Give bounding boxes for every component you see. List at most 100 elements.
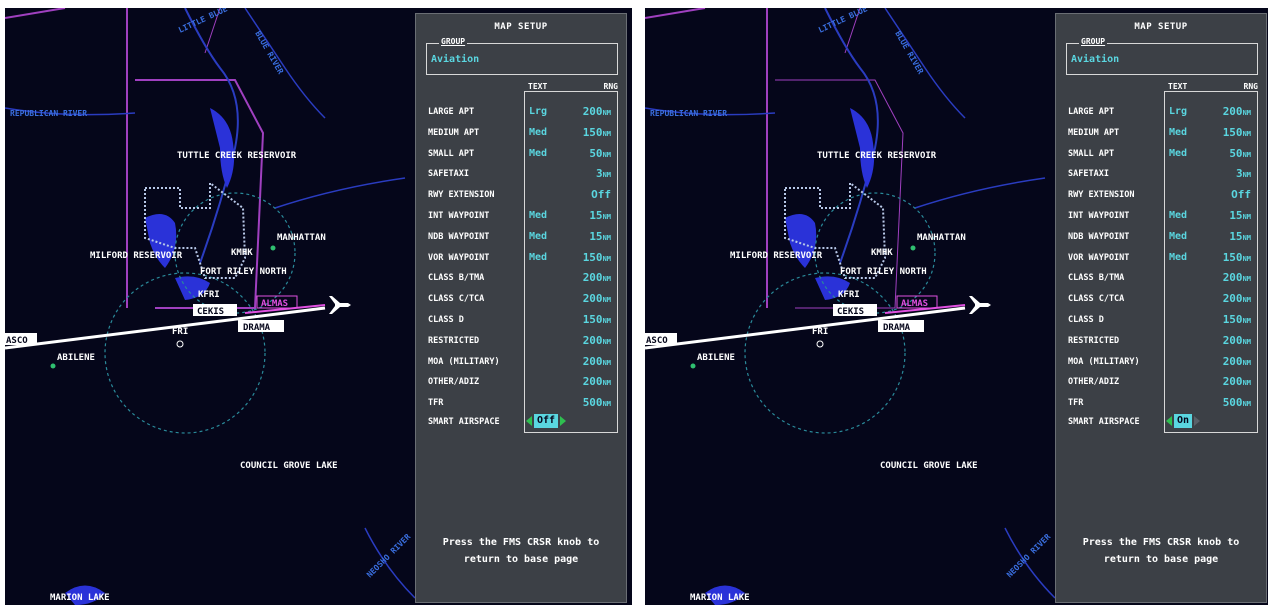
setting-row[interactable]: VOR WAYPOINT Med 150NM bbox=[1056, 249, 1266, 269]
setting-range-value: 200 bbox=[1222, 292, 1243, 306]
setting-range[interactable]: 200NM bbox=[583, 271, 611, 284]
setting-row[interactable]: MOA (MILITARY) 200NM bbox=[1056, 353, 1266, 373]
smart-airspace-selector[interactable]: Off bbox=[526, 413, 567, 428]
setting-range[interactable]: 15NM bbox=[1229, 230, 1251, 243]
setting-row[interactable]: NDB WAYPOINT Med 15NM bbox=[416, 228, 626, 248]
setting-range[interactable]: 500NM bbox=[1223, 396, 1251, 409]
setting-row[interactable]: LARGE APT Lrg 200NM bbox=[416, 103, 626, 123]
setting-row[interactable]: SAFETAXI 3NM bbox=[1056, 165, 1266, 185]
setting-range[interactable]: 200NM bbox=[583, 334, 611, 347]
setting-row[interactable]: CLASS B/TMA 200NM bbox=[1056, 269, 1266, 289]
setting-text-size[interactable]: Med bbox=[529, 127, 547, 138]
setting-range[interactable]: 150NM bbox=[583, 126, 611, 139]
setting-range[interactable]: Off bbox=[591, 188, 611, 201]
setting-row[interactable]: LARGE APT Lrg 200NM bbox=[1056, 103, 1266, 123]
setting-range-unit: NM bbox=[1242, 400, 1251, 409]
setting-range[interactable]: 200NM bbox=[583, 375, 611, 388]
col-header-text: TEXT bbox=[1168, 82, 1188, 91]
setting-range[interactable]: 3NM bbox=[1236, 167, 1251, 180]
smart-airspace-value[interactable]: Off bbox=[534, 413, 559, 428]
setting-range-unit: NM bbox=[602, 275, 611, 284]
setting-row[interactable]: NDB WAYPOINT Med 15NM bbox=[1056, 228, 1266, 248]
setting-row[interactable]: MOA (MILITARY) 200NM bbox=[416, 353, 626, 373]
setting-row[interactable]: MEDIUM APT Med 150NM bbox=[416, 124, 626, 144]
arrow-left-icon[interactable] bbox=[1166, 415, 1172, 426]
setting-range[interactable]: 15NM bbox=[589, 209, 611, 222]
setting-row[interactable]: INT WAYPOINT Med 15NM bbox=[1056, 207, 1266, 227]
setting-row[interactable]: CLASS D 150NM bbox=[1056, 311, 1266, 331]
group-selector[interactable]: GROUP Aviation bbox=[1066, 37, 1258, 75]
setting-range[interactable]: 150NM bbox=[1223, 126, 1251, 139]
setting-range[interactable]: 150NM bbox=[583, 313, 611, 326]
setting-range-value: 200 bbox=[582, 375, 603, 389]
setting-range[interactable]: 200NM bbox=[583, 355, 611, 368]
setting-text-size[interactable]: Med bbox=[1169, 210, 1187, 221]
map-label-abilene: ABILENE bbox=[57, 353, 95, 363]
group-value[interactable]: Aviation bbox=[1071, 54, 1119, 65]
setting-text-size[interactable]: Med bbox=[529, 231, 547, 242]
setting-row[interactable]: VOR WAYPOINT Med 150NM bbox=[416, 249, 626, 269]
setting-range[interactable]: 3NM bbox=[596, 167, 611, 180]
setting-range[interactable]: 200NM bbox=[1223, 292, 1251, 305]
map-label-cekis: CEKIS bbox=[197, 307, 224, 317]
setting-range[interactable]: 200NM bbox=[1223, 105, 1251, 118]
group-selector[interactable]: GROUP Aviation bbox=[426, 37, 618, 75]
setting-text-size[interactable]: Med bbox=[529, 252, 547, 263]
setting-row[interactable]: SMALL APT Med 50NM bbox=[416, 145, 626, 165]
setting-range-value: 3 bbox=[1235, 167, 1243, 181]
group-value[interactable]: Aviation bbox=[431, 54, 479, 65]
setting-range-value: 15 bbox=[589, 209, 603, 222]
setting-row[interactable]: SAFETAXI 3NM bbox=[416, 165, 626, 185]
setting-range[interactable]: Off bbox=[1231, 188, 1251, 201]
setting-row[interactable]: CLASS C/TCA 200NM bbox=[1056, 290, 1266, 310]
setting-range[interactable]: 200NM bbox=[583, 105, 611, 118]
setting-row[interactable]: RWY EXTENSION Off bbox=[416, 186, 626, 206]
setting-row[interactable]: SMALL APT Med 50NM bbox=[1056, 145, 1266, 165]
setting-text-size[interactable]: Med bbox=[1169, 252, 1187, 263]
setting-row[interactable]: RESTRICTED 200NM bbox=[1056, 332, 1266, 352]
setting-row[interactable]: INT WAYPOINT Med 15NM bbox=[416, 207, 626, 227]
setting-label: SMALL APT bbox=[1068, 148, 1115, 159]
setting-range-unit: NM bbox=[1242, 317, 1251, 325]
setting-label: LARGE APT bbox=[1068, 107, 1115, 117]
setting-text-size[interactable]: Med bbox=[529, 148, 547, 159]
setting-range[interactable]: 150NM bbox=[1223, 313, 1251, 326]
setting-range[interactable]: 200NM bbox=[1223, 334, 1251, 347]
setting-text-size[interactable]: Lrg bbox=[529, 106, 547, 117]
setting-range[interactable]: 200NM bbox=[1223, 271, 1251, 284]
setting-range-unit: NM bbox=[602, 150, 611, 159]
setting-row[interactable]: RWY EXTENSION Off bbox=[1056, 186, 1266, 206]
setting-range[interactable]: 150NM bbox=[583, 251, 611, 264]
setting-row[interactable]: CLASS D 150NM bbox=[416, 311, 626, 331]
smart-airspace-value[interactable]: On bbox=[1174, 413, 1193, 428]
setting-text-size[interactable]: Lrg bbox=[1169, 106, 1187, 117]
map-label-marion-lake: MARION LAKE bbox=[50, 593, 110, 603]
setting-row[interactable]: OTHER/ADIZ 200NM bbox=[1056, 373, 1266, 393]
arrow-right-icon[interactable] bbox=[1194, 415, 1201, 426]
setting-row[interactable]: CLASS B/TMA 200NM bbox=[416, 269, 626, 289]
setting-range[interactable]: 150NM bbox=[1223, 251, 1251, 264]
map-label-almas: ALMAS bbox=[261, 299, 288, 309]
setting-row[interactable]: CLASS C/TCA 200NM bbox=[416, 290, 626, 310]
setting-row[interactable]: MEDIUM APT Med 150NM bbox=[1056, 124, 1266, 144]
setting-text-size[interactable]: Med bbox=[1169, 127, 1187, 138]
setting-range[interactable]: 500NM bbox=[583, 396, 611, 409]
setting-range[interactable]: 15NM bbox=[1229, 209, 1251, 222]
setting-row[interactable]: TFR 500NM bbox=[416, 394, 626, 414]
arrow-left-icon[interactable] bbox=[526, 415, 532, 426]
setting-row[interactable]: OTHER/ADIZ 200NM bbox=[416, 373, 626, 393]
setting-range[interactable]: 200NM bbox=[583, 292, 611, 305]
setting-row[interactable]: RESTRICTED 200NM bbox=[416, 332, 626, 352]
arrow-right-icon[interactable] bbox=[560, 415, 567, 426]
setting-range[interactable]: 200NM bbox=[1223, 355, 1251, 368]
setting-text-size[interactable]: Med bbox=[1169, 148, 1187, 159]
setting-text-size[interactable]: Med bbox=[1169, 231, 1187, 242]
setting-range[interactable]: 15NM bbox=[589, 230, 611, 243]
setting-range[interactable]: 50NM bbox=[1229, 147, 1251, 160]
setting-range[interactable]: 200NM bbox=[1223, 375, 1251, 388]
setting-row[interactable]: TFR 500NM bbox=[1056, 394, 1266, 414]
smart-airspace-selector[interactable]: On bbox=[1166, 413, 1201, 428]
col-header-text: TEXT bbox=[528, 82, 548, 91]
setting-range[interactable]: 50NM bbox=[589, 147, 611, 160]
setting-text-size[interactable]: Med bbox=[529, 210, 547, 221]
